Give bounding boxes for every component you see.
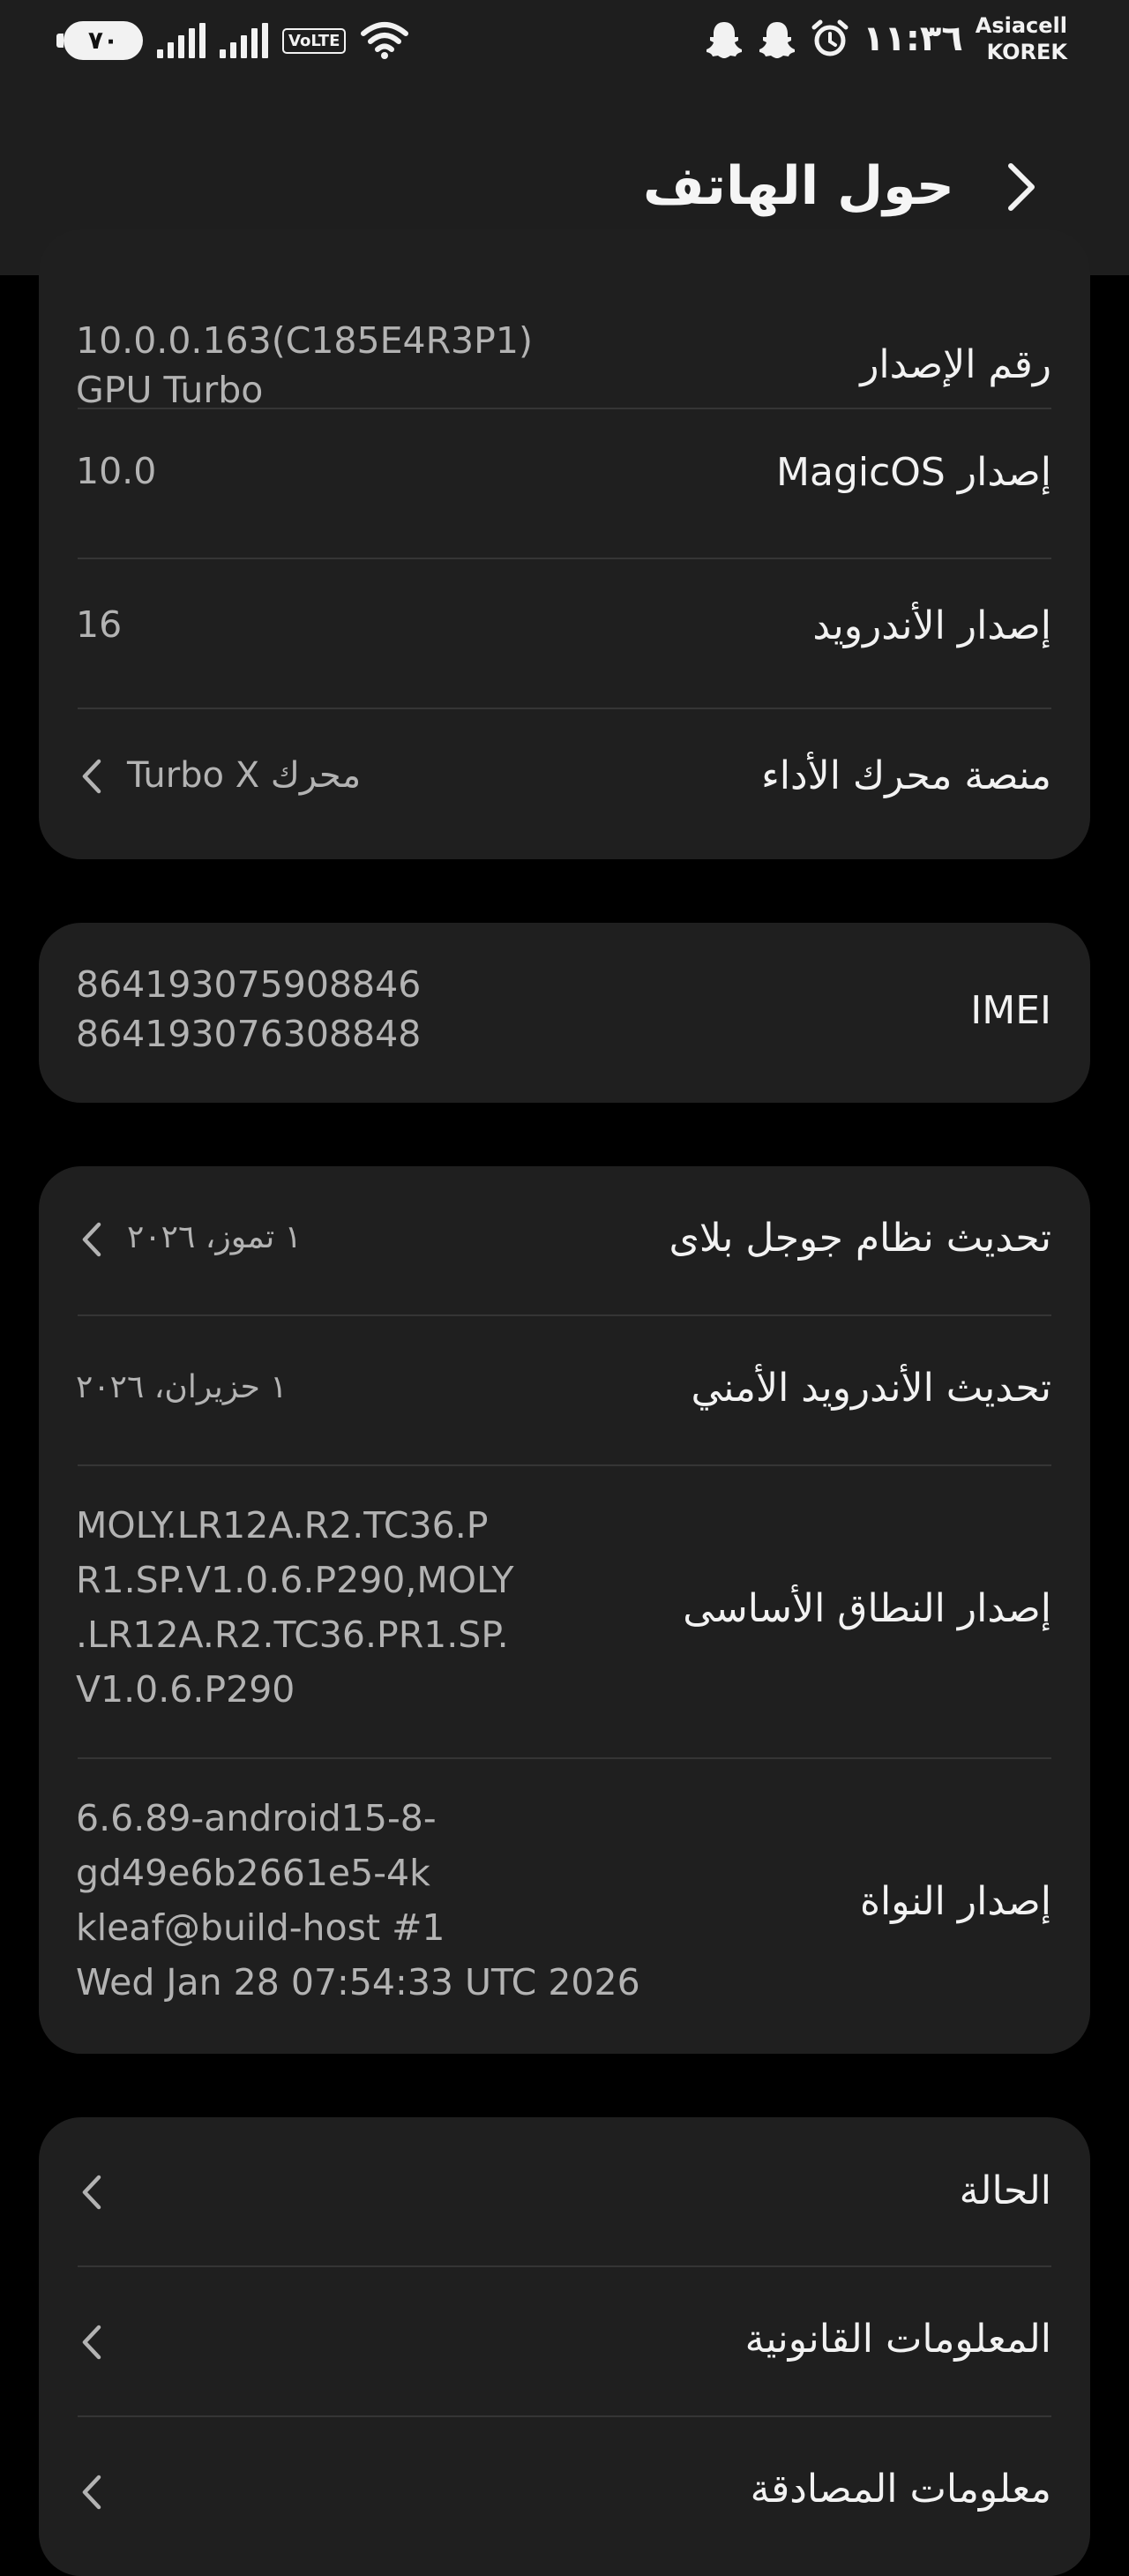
battery-level: ٧٠	[87, 26, 119, 55]
carrier-1: Asiacell	[975, 13, 1067, 38]
chevron-left-icon	[82, 2325, 101, 2360]
imei-value: 864193075908846 864193076308848	[76, 963, 422, 1055]
build-number-value: 10.0.0.163(C185E4R3P1) GPU Turbo	[76, 319, 533, 411]
build-number-label: رقم الإصدار	[860, 342, 1051, 387]
status-bar: ٧٠ VoLTE ١١:٣٦ Asiacell KOREK	[0, 0, 1129, 88]
chevron-left-icon	[82, 2475, 101, 2510]
volte-icon: VoLTE	[282, 27, 347, 54]
magicos-value: 10.0	[76, 450, 157, 492]
chevron-left-icon	[82, 2175, 101, 2210]
page-title: حول الهاتف	[642, 155, 954, 217]
legal-info-row[interactable]: المعلومات القانونية	[39, 2267, 1090, 2415]
carrier-2: KOREK	[986, 40, 1067, 64]
legal-info-label: المعلومات القانونية	[744, 2317, 1051, 2362]
certification-row[interactable]: معلومات المصادقة	[39, 2417, 1090, 2565]
google-play-update-value: ١ تموز، ٢٠٢٦	[127, 1219, 303, 1255]
chevron-right-icon	[1008, 163, 1035, 211]
security-update-value: ١ حزيران، ٢٠٢٦	[76, 1369, 288, 1405]
snapchat-icon	[757, 19, 797, 59]
certification-label: معلومات المصادقة	[750, 2467, 1051, 2512]
build-number-row[interactable]: 10.0.0.163(C185E4R3P1) GPU Turbo رقم الإ…	[39, 275, 1090, 425]
status-row[interactable]: الحالة	[39, 2117, 1090, 2265]
software-card: 10.0.0.163(C185E4R3P1) GPU Turbo رقم الإ…	[39, 229, 1090, 859]
alarm-icon	[810, 19, 850, 59]
updates-card: ١ تموز، ٢٠٢٦ تحديث نظام جوجل بلاى ١ حزير…	[39, 1166, 1090, 2054]
signal-icon	[220, 23, 268, 58]
magicos-row[interactable]: 10.0 إصدار MagicOS	[39, 409, 1090, 558]
baseband-value: MOLY.LR12A.R2.TC36.P R1.SP.V1.0.6.P290,M…	[76, 1504, 514, 1711]
performance-engine-label: منصة محرك الأداء	[761, 753, 1051, 798]
performance-engine-row[interactable]: محرك Turbo X منصة محرك الأداء	[39, 709, 1090, 859]
status-label: الحالة	[959, 2168, 1051, 2213]
android-version-label: إصدار الأندرويد	[812, 603, 1051, 648]
battery-icon: ٧٠	[56, 21, 143, 60]
more-card: الحالة المعلومات القانونية معلومات المصا…	[39, 2117, 1090, 2576]
back-button[interactable]	[1006, 162, 1037, 215]
chevron-left-icon	[82, 1222, 101, 1257]
android-version-value: 16	[76, 603, 123, 646]
wifi-icon	[360, 21, 409, 60]
snapchat-icon	[704, 19, 744, 59]
chevron-left-icon	[82, 759, 101, 794]
google-play-update-label: تحديث نظام جوجل بلاى	[669, 1216, 1051, 1261]
kernel-value: 6.6.89-android15-8- gd49e6b2661e5-4k kle…	[76, 1797, 640, 2003]
carrier-names: Asiacell KOREK	[976, 12, 1067, 65]
imei-label: IMEI	[970, 988, 1051, 1033]
google-play-update-row[interactable]: ١ تموز، ٢٠٢٦ تحديث نظام جوجل بلاى	[39, 1166, 1090, 1314]
status-bar-left: ٧٠ VoLTE	[56, 21, 409, 60]
signal-icon	[157, 23, 206, 58]
status-bar-right: ١١:٣٦ Asiacell KOREK	[704, 12, 1067, 65]
kernel-row[interactable]: 6.6.89-android15-8- gd49e6b2661e5-4k kle…	[39, 1759, 1090, 2054]
imei-card: 864193075908846 864193076308848 IMEI	[39, 923, 1090, 1103]
kernel-label: إصدار النواة	[859, 1879, 1051, 1924]
performance-engine-value: محرك Turbo X	[127, 755, 362, 796]
baseband-row[interactable]: MOLY.LR12A.R2.TC36.P R1.SP.V1.0.6.P290,M…	[39, 1466, 1090, 1757]
status-clock: ١١:٣٦	[863, 19, 963, 59]
security-update-label: تحديث الأندرويد الأمني	[691, 1366, 1051, 1411]
baseband-label: إصدار النطاق الأساسى	[683, 1586, 1051, 1631]
magicos-label: إصدار MagicOS	[776, 450, 1051, 495]
android-version-row[interactable]: 16 إصدار الأندرويد	[39, 559, 1090, 708]
security-update-row[interactable]: ١ حزيران، ٢٠٢٦ تحديث الأندرويد الأمني	[39, 1316, 1090, 1464]
